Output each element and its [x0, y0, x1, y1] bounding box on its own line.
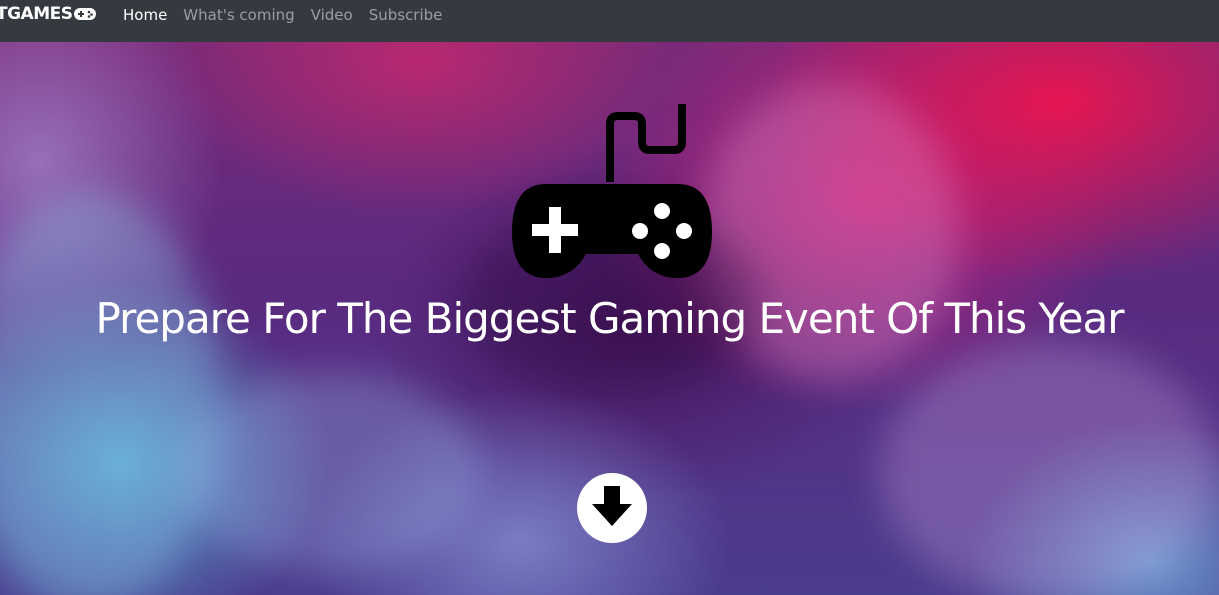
nav-link-home[interactable]: Home — [123, 6, 167, 24]
hero-section: Prepare For The Biggest Gaming Event Of … — [0, 42, 1219, 595]
nav-link-whats-coming[interactable]: What's coming — [183, 6, 294, 24]
nav-links: Home What's coming Video Subscribe — [123, 6, 458, 24]
gamepad-icon — [510, 102, 714, 288]
smoke-decoration — [880, 342, 1219, 595]
smoke-decoration — [0, 192, 220, 595]
scroll-down-button[interactable] — [577, 473, 647, 543]
smoke-decoration — [180, 372, 480, 572]
top-navbar: TGAMES Home What's coming Video Subscrib… — [0, 0, 1219, 42]
arrow-down-icon — [588, 484, 636, 532]
nav-link-video[interactable]: Video — [311, 6, 353, 24]
gamepad-icon — [73, 7, 97, 21]
hero-headline: Prepare For The Biggest Gaming Event Of … — [95, 294, 1125, 343]
brand-logo[interactable]: TGAMES — [0, 4, 97, 24]
brand-text: TGAMES — [0, 4, 73, 24]
nav-link-subscribe[interactable]: Subscribe — [369, 6, 443, 24]
